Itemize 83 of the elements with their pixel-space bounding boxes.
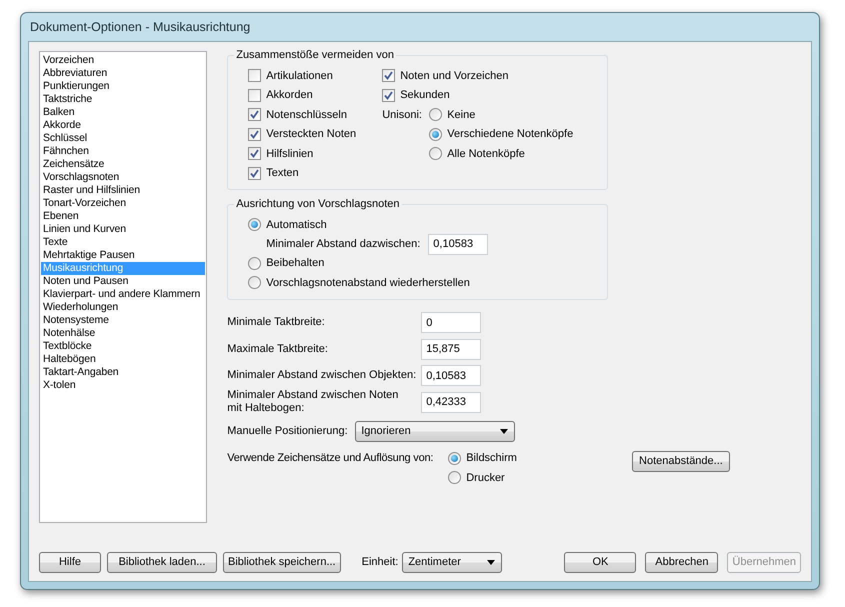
category-item[interactable]: Noten und Pausen bbox=[41, 275, 206, 288]
number-field[interactable]: 0,42333 bbox=[421, 392, 482, 413]
checkbox[interactable] bbox=[248, 88, 262, 102]
footer-button[interactable]: Bibliothek speichern... bbox=[223, 552, 341, 572]
category-item[interactable]: Taktart-Angaben bbox=[41, 366, 206, 379]
radio-label: Vorschlagsnotenabstand wiederherstellen bbox=[266, 276, 470, 290]
category-item[interactable]: Textblöcke bbox=[41, 340, 206, 353]
checkbox-label: Artikulationen bbox=[266, 68, 333, 84]
category-item[interactable]: Ebenen bbox=[41, 210, 206, 223]
category-item[interactable]: Vorzeichen bbox=[41, 54, 206, 67]
unit-label: Einheit: bbox=[362, 554, 398, 570]
checkbox-label: Notenschlüsseln bbox=[266, 108, 347, 122]
unison-label: Unisoni: bbox=[382, 108, 422, 122]
group-title: Ausrichtung von Vorschlagsnoten bbox=[234, 197, 402, 211]
category-item[interactable]: Linien und Kurven bbox=[41, 223, 206, 236]
checkbox-label: Akkorden bbox=[266, 88, 313, 103]
category-item[interactable]: Punktierungen bbox=[41, 80, 206, 93]
radio-button[interactable] bbox=[248, 256, 262, 270]
category-item[interactable]: Klavierpart- und andere Klammern bbox=[41, 288, 206, 301]
category-item[interactable]: X-tolen bbox=[41, 379, 206, 392]
field-label: Manuelle Positionierung: bbox=[227, 424, 349, 440]
radio-button[interactable] bbox=[448, 471, 462, 484]
field-label: Minimale Taktbreite: bbox=[227, 316, 326, 330]
category-item[interactable]: Schlüssel bbox=[41, 132, 206, 145]
field-label: Minimaler Abstand zwischen Noten mit Haltebogen: bbox=[227, 389, 400, 416]
checkbox[interactable] bbox=[248, 108, 262, 122]
radio-label: Beibehalten bbox=[266, 256, 324, 271]
field-label: Maximale Taktbreite: bbox=[227, 342, 329, 356]
category-item[interactable]: Wiederholungen bbox=[41, 301, 206, 314]
footer-button[interactable]: Abbrechen bbox=[645, 552, 718, 572]
footer-button[interactable]: Bibliothek laden... bbox=[107, 552, 217, 572]
window-title: Dokument-Optionen - Musikausrichtung bbox=[30, 20, 250, 34]
category-item[interactable]: Haltebögen bbox=[41, 353, 206, 366]
field-label: Minimaler Abstand dazwischen: bbox=[266, 236, 420, 252]
category-item[interactable]: Notensysteme bbox=[41, 314, 206, 327]
category-item[interactable]: Zeichensätze bbox=[41, 158, 206, 171]
unit-dropdown[interactable]: Zentimeter bbox=[402, 552, 502, 572]
checkbox[interactable] bbox=[248, 128, 262, 141]
category-item[interactable]: Raster und Hilfslinien bbox=[41, 184, 206, 197]
checkbox[interactable] bbox=[248, 69, 262, 82]
radio-label: Automatisch bbox=[266, 218, 327, 232]
category-item[interactable]: Abbreviaturen bbox=[41, 67, 206, 80]
radio-label: Alle Notenköpfe bbox=[447, 146, 525, 162]
category-item[interactable]: Texte bbox=[41, 236, 206, 249]
checkbox-label: Versteckten Noten bbox=[266, 127, 356, 142]
checkbox[interactable] bbox=[248, 166, 262, 180]
dropdown-arrow-icon bbox=[487, 560, 496, 564]
field-label: Minimaler Abstand zwischen Objekten: bbox=[227, 369, 418, 382]
checkbox-label: Noten und Vorzeichen bbox=[400, 68, 508, 84]
category-item[interactable]: Taktstriche bbox=[41, 93, 206, 106]
distance-field[interactable]: 0,10583 bbox=[428, 234, 488, 254]
radio-button[interactable] bbox=[248, 218, 262, 232]
radio-label: Keine bbox=[447, 108, 476, 122]
category-item[interactable]: Mehrtaktige Pausen bbox=[41, 249, 206, 262]
footer-button[interactable]: OK bbox=[564, 552, 636, 572]
positioning-dropdown[interactable]: Ignorieren bbox=[355, 421, 516, 442]
radio-button[interactable] bbox=[429, 128, 442, 141]
category-item[interactable]: Tonart-Vorzeichen bbox=[41, 197, 206, 210]
radio-button[interactable] bbox=[429, 108, 442, 122]
checkbox[interactable] bbox=[248, 147, 262, 160]
checkbox[interactable] bbox=[382, 69, 396, 82]
category-item[interactable]: Fähnchen bbox=[41, 145, 206, 158]
category-item[interactable]: Vorschlagsnoten bbox=[41, 171, 206, 184]
category-item[interactable]: Balken bbox=[41, 106, 206, 119]
footer-button[interactable]: Hilfe bbox=[39, 552, 101, 572]
spacing-button[interactable]: Notenabstände... bbox=[632, 450, 730, 472]
checkbox-label: Sekunden bbox=[400, 88, 450, 103]
checkbox-label: Texten bbox=[266, 166, 299, 181]
number-field[interactable]: 15,875 bbox=[421, 338, 482, 360]
checkbox[interactable] bbox=[382, 88, 396, 102]
checkbox-label: Hilfslinien bbox=[266, 146, 314, 162]
radio-label: Verschiedene Notenköpfe bbox=[447, 127, 574, 142]
radio-button[interactable] bbox=[429, 147, 442, 160]
category-item[interactable]: Notenhälse bbox=[41, 327, 206, 340]
field-label: Verwende Zeichensätze und Auflösung von: bbox=[227, 450, 434, 466]
radio-label: Drucker bbox=[466, 470, 505, 486]
radio-label: Bildschirm bbox=[466, 451, 517, 466]
number-field[interactable]: 0 bbox=[421, 312, 482, 334]
number-field[interactable]: 0,10583 bbox=[421, 365, 482, 386]
dropdown-arrow-icon bbox=[500, 429, 508, 434]
radio-button[interactable] bbox=[448, 452, 462, 465]
radio-button[interactable] bbox=[248, 276, 262, 290]
category-item[interactable]: Akkorde bbox=[41, 119, 206, 132]
